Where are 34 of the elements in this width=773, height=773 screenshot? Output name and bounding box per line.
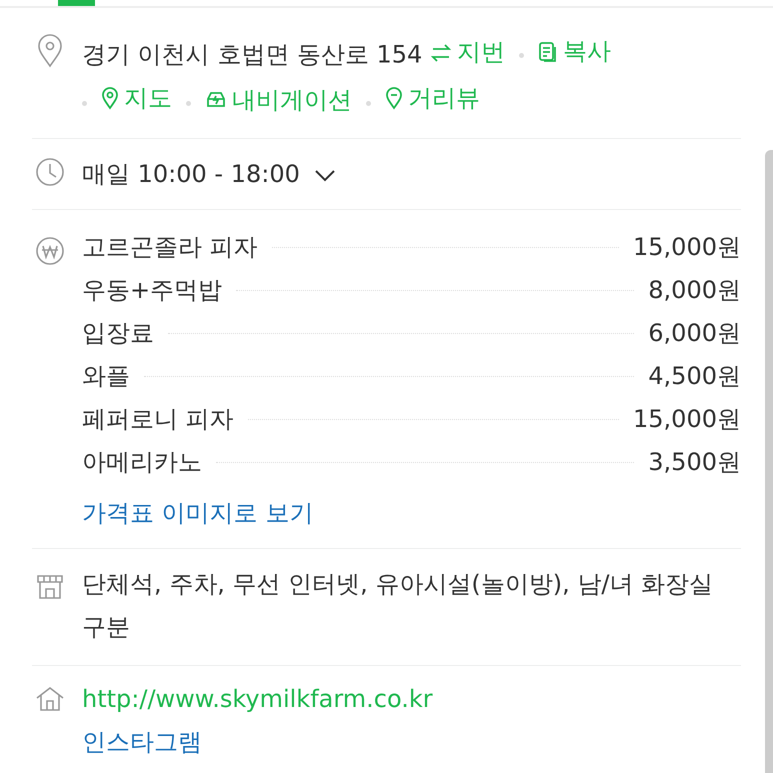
document-icon (538, 40, 558, 62)
location-pin-icon (37, 34, 63, 68)
menu-item-name: 와플 (82, 361, 130, 392)
menu-item-price: 8,000원 (648, 275, 741, 306)
menu-item-price: 4,500원 (648, 361, 741, 392)
facilities-text: 단체석, 주차, 무선 인터넷, 유아시설(놀이방), 남/녀 화장실 구분 (82, 570, 714, 641)
scrollbar[interactable] (765, 150, 773, 773)
menu-item-name: 우동+주먹밥 (82, 275, 222, 306)
menu-item-name: 페퍼로니 피자 (82, 404, 234, 435)
address-action[interactable]: 지도 (101, 76, 172, 120)
menu-item-price: 3,500원 (648, 447, 741, 478)
menu-item-name: 고르곤졸라 피자 (82, 232, 258, 263)
website-link[interactable]: http://www.skymilkfarm.co.kr (82, 685, 433, 713)
address-action[interactable]: 거리뷰 (385, 76, 480, 120)
address-text: 경기 이천시 호법면 동산로 154 (82, 40, 422, 68)
menu-item-name: 입장료 (82, 318, 154, 349)
home-icon (35, 686, 65, 712)
address-action[interactable]: 내비게이션 (205, 78, 352, 122)
menu-item-price: 6,000원 (648, 318, 741, 349)
location-pin-icon (101, 86, 119, 110)
price-image-link[interactable]: 가격표 이미지로 보기 (82, 499, 314, 527)
chevron-icon (314, 168, 336, 182)
website-link[interactable]: 인스타그램 (82, 728, 202, 756)
clock-icon (35, 157, 65, 187)
menu-item-price: 15,000원 (633, 404, 741, 435)
address-action[interactable]: 복사 (538, 30, 611, 73)
won-coin-icon (35, 236, 65, 266)
hours-toggle[interactable]: 매일 10:00 - 18:00 (82, 153, 336, 196)
menu-item-price: 15,000원 (633, 232, 741, 263)
tab-indicator[interactable] (58, 0, 95, 6)
address-action[interactable]: 지번 (430, 31, 505, 74)
swap-arrows-icon (430, 42, 452, 62)
street-view-pin-icon (385, 86, 403, 110)
menu-item-name: 아메리카노 (82, 447, 202, 478)
